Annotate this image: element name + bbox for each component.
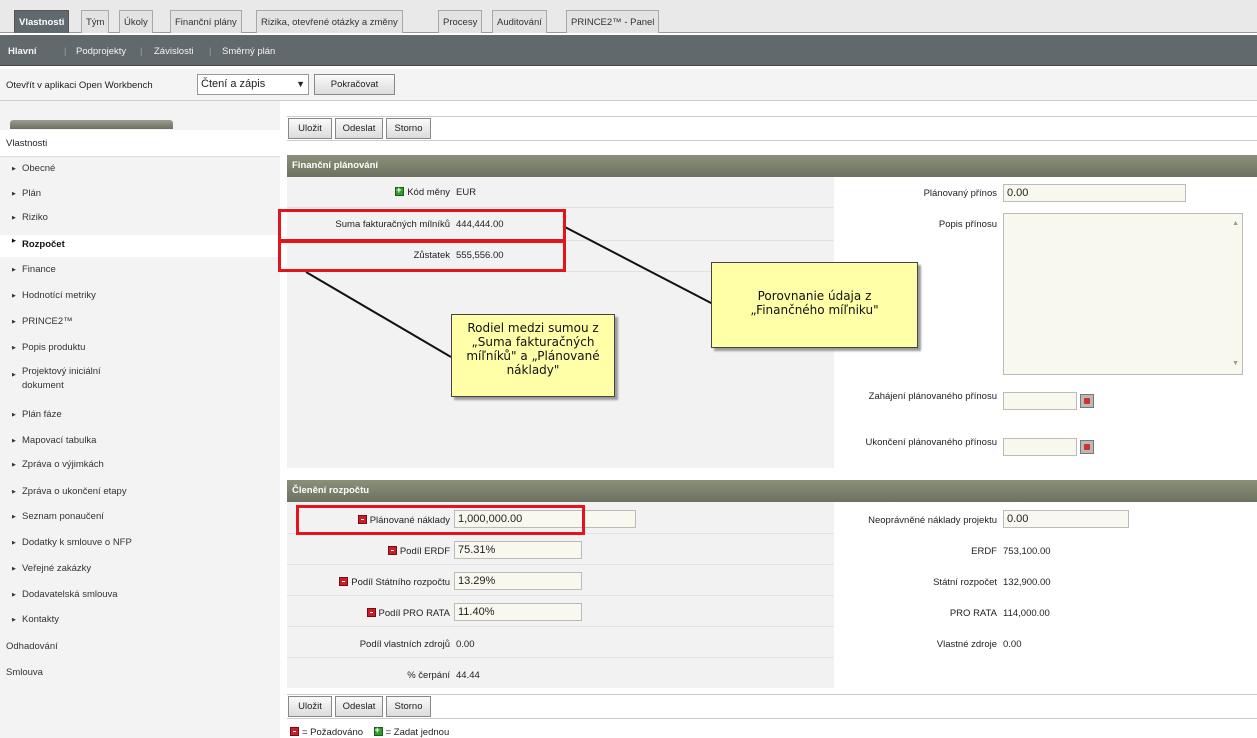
- annotation-line: [562, 225, 714, 305]
- callout-comparison: Porovnanie údaja z „Finančného míľniku": [711, 262, 918, 348]
- highlight-planned-costs: [296, 505, 585, 535]
- annotation-lines: [305, 225, 714, 358]
- annotation-line: [305, 271, 452, 358]
- highlight-milestones: [278, 209, 566, 242]
- highlight-balance: [278, 240, 566, 272]
- callout-difference: Rodiel medzi sumou z „Suma fakturačných …: [451, 314, 615, 397]
